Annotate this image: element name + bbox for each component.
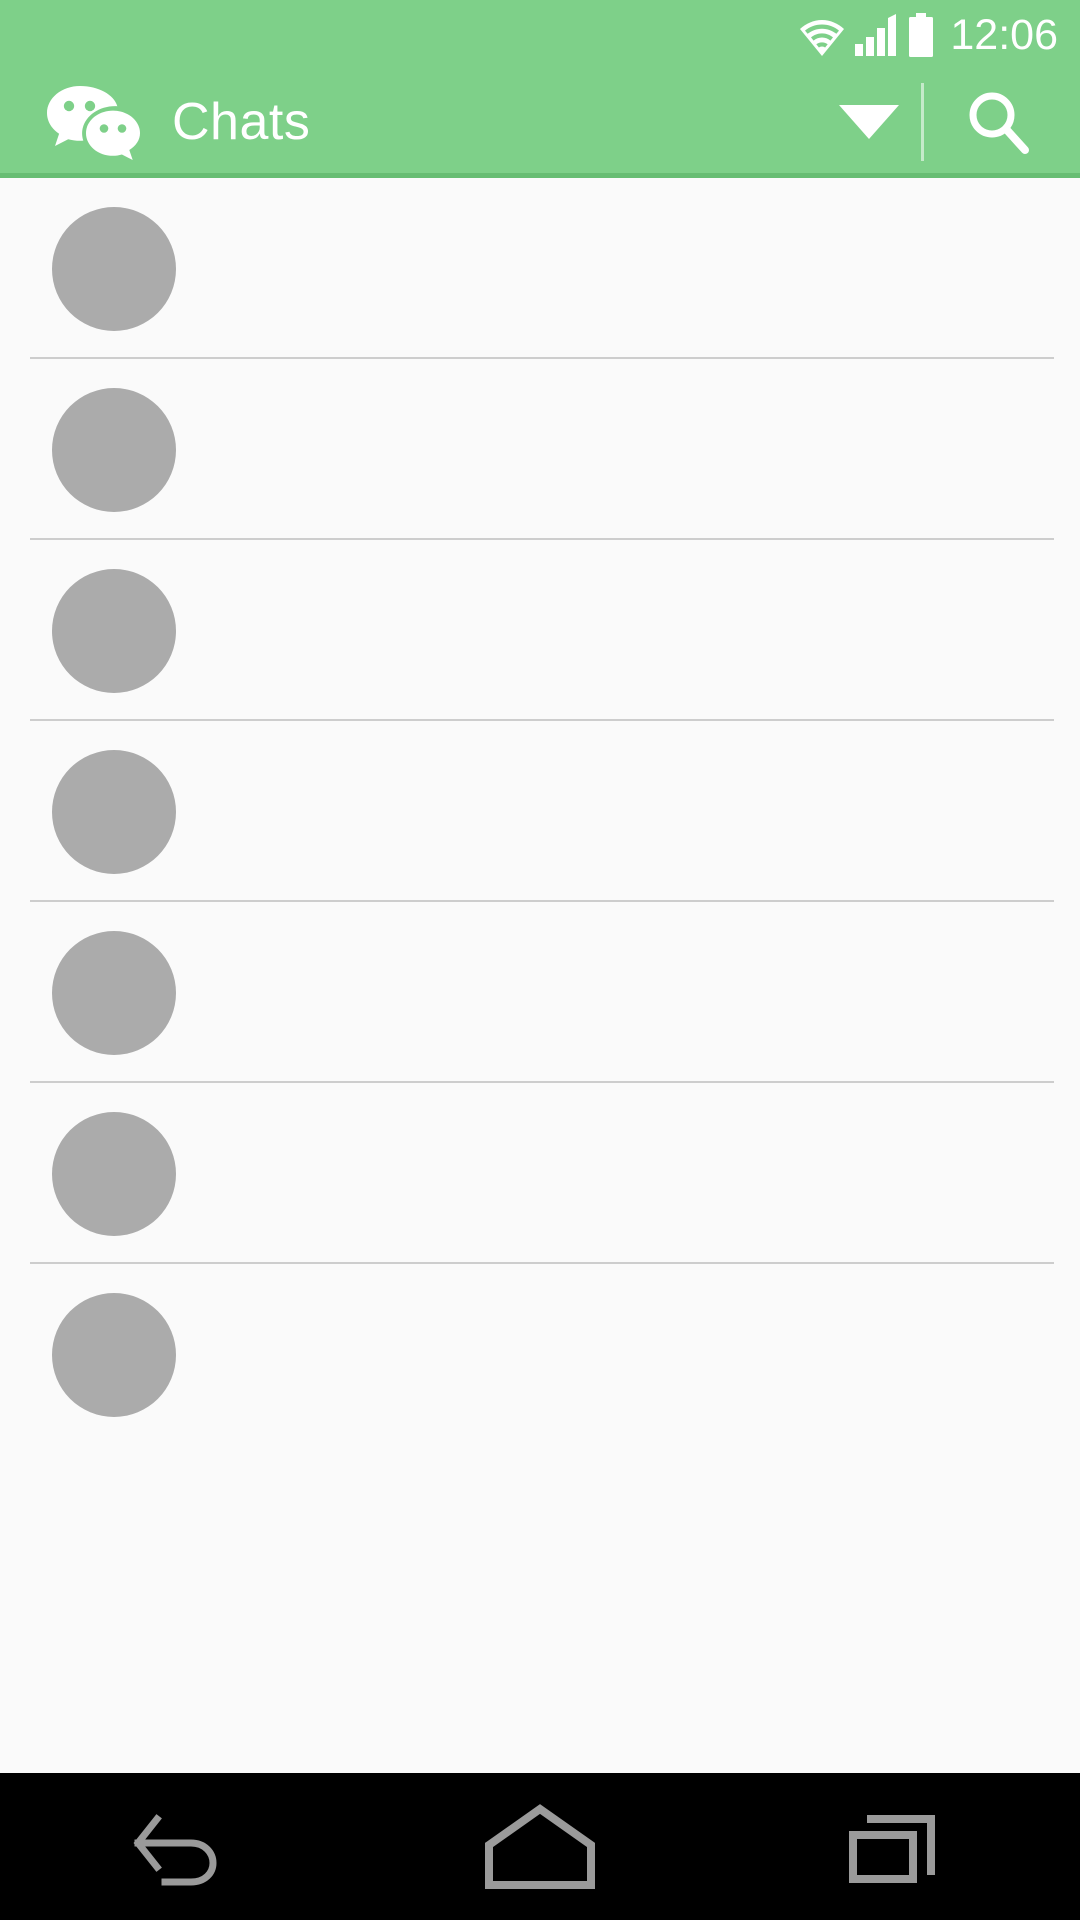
status-bar-icons [796, 13, 936, 57]
avatar[interactable] [52, 749, 176, 874]
chat-list-item[interactable] [0, 359, 1080, 540]
phone-screen: 12:06 Chats [0, 0, 1080, 1920]
avatar[interactable] [52, 930, 176, 1055]
chat-list-item[interactable] [0, 540, 1080, 721]
back-icon [133, 1813, 217, 1885]
chat-item-text [176, 266, 1044, 272]
battery-icon [909, 13, 934, 57]
android-navigation-bar [0, 1773, 1080, 1920]
chat-item-text [176, 1352, 1044, 1358]
dropdown-button[interactable] [823, 70, 915, 174]
home-button[interactable] [360, 1773, 720, 1920]
wechat-logo-icon[interactable] [44, 82, 140, 162]
cellular-signal-icon [855, 14, 897, 56]
chat-list-item[interactable] [0, 902, 1080, 1083]
search-button[interactable] [950, 70, 1046, 174]
chat-item-text [176, 628, 1044, 634]
chat-list[interactable] [0, 178, 1080, 1773]
search-icon [969, 92, 1029, 154]
chat-list-item[interactable] [0, 1264, 1080, 1445]
avatar[interactable] [52, 387, 176, 512]
avatar[interactable] [52, 206, 176, 331]
app-toolbar: Chats [0, 70, 1080, 178]
chat-item-text [176, 447, 1044, 453]
chat-list-item[interactable] [0, 1083, 1080, 1264]
chat-list-item[interactable] [0, 178, 1080, 359]
chat-item-text [176, 809, 1044, 815]
toolbar-divider [921, 82, 924, 161]
avatar[interactable] [52, 1292, 176, 1417]
chevron-down-icon [839, 104, 899, 139]
home-icon [485, 1803, 595, 1889]
page-title: Chats [172, 92, 311, 151]
status-bar: 12:06 [0, 0, 1080, 70]
chat-item-text [176, 1171, 1044, 1177]
chat-item-text [176, 990, 1044, 996]
avatar[interactable] [52, 568, 176, 693]
wifi-icon [800, 20, 845, 56]
recents-button[interactable] [720, 1773, 1080, 1920]
status-bar-clock: 12:06 [950, 10, 1058, 59]
back-button[interactable] [0, 1773, 360, 1920]
recents-icon [849, 1814, 935, 1883]
avatar[interactable] [52, 1111, 176, 1236]
chat-list-item[interactable] [0, 721, 1080, 902]
